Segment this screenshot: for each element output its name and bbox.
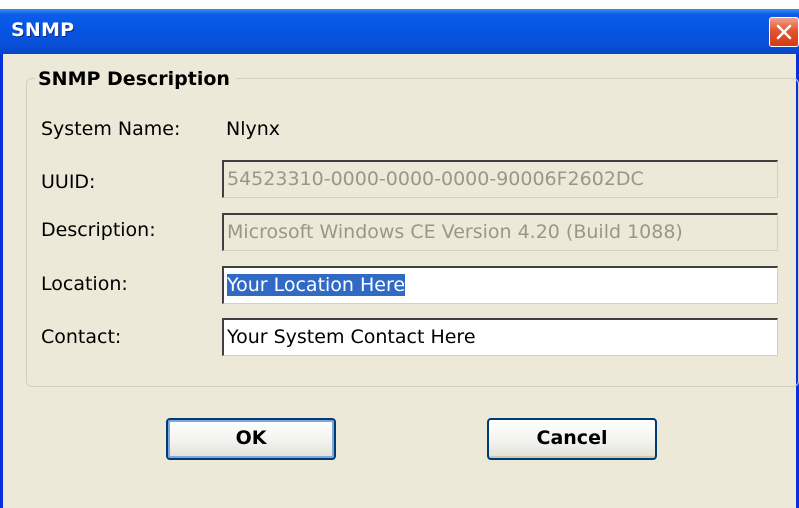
location-value-selected: Your Location Here: [227, 274, 406, 296]
contact-label: Contact:: [41, 326, 122, 348]
uuid-field: 54523310-0000-0000-0000-90006F2602DC: [222, 160, 778, 198]
close-icon: [776, 24, 792, 40]
title-bar[interactable]: SNMP: [0, 9, 799, 54]
description-field: Microsoft Windows CE Version 4.20 (Build…: [222, 213, 778, 251]
uuid-value: 54523310-0000-0000-0000-90006F2602DC: [227, 168, 644, 190]
system-name-label: System Name:: [41, 118, 181, 140]
description-value: Microsoft Windows CE Version 4.20 (Build…: [227, 221, 683, 243]
close-button[interactable]: [769, 17, 799, 47]
contact-input[interactable]: Your System Contact Here: [222, 318, 778, 356]
location-input[interactable]: Your Location Here: [222, 266, 778, 304]
system-name-value: Nlynx: [226, 118, 281, 140]
screen: SNMP SNMP Description System Name: Nlynx…: [0, 0, 799, 508]
uuid-label: UUID:: [41, 171, 96, 193]
description-label: Description:: [41, 219, 156, 241]
cancel-button[interactable]: Cancel: [487, 418, 657, 460]
group-title: SNMP Description: [35, 68, 236, 90]
location-label: Location:: [41, 273, 128, 295]
contact-value: Your System Contact Here: [227, 326, 476, 348]
ok-button[interactable]: OK: [166, 418, 336, 460]
window-title: SNMP: [11, 19, 75, 41]
